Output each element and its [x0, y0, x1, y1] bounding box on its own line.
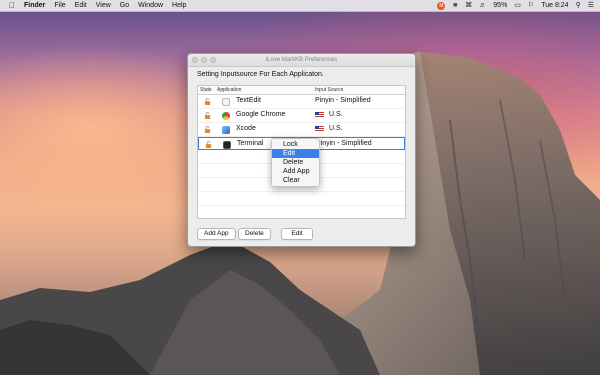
- menu-item-edit[interactable]: Edit: [272, 149, 319, 158]
- menu-window[interactable]: Window: [138, 0, 163, 11]
- menu-item-clear[interactable]: Clear: [272, 176, 319, 185]
- battery-icon[interactable]: ▭: [514, 0, 521, 11]
- input-source-value: U.S.: [329, 111, 343, 118]
- textedit-icon: [222, 98, 230, 106]
- clock[interactable]: Tue 8:24: [541, 0, 568, 11]
- menu-app-name[interactable]: Finder: [24, 0, 45, 11]
- menu-bar:  Finder File Edit View Go Window Help M…: [0, 0, 600, 12]
- menu-item-lock[interactable]: Lock: [272, 140, 319, 149]
- volume-icon[interactable]: ♬: [479, 0, 486, 11]
- edit-button[interactable]: Edit: [281, 228, 313, 240]
- search-icon[interactable]: ⚲: [576, 0, 581, 11]
- app-name: TextEdit: [236, 97, 261, 104]
- app-status-icon[interactable]: M: [437, 2, 446, 10]
- input-source-value: U.S.: [329, 125, 343, 132]
- menu-edit[interactable]: Edit: [75, 0, 87, 11]
- table-header: State Application Input Source: [198, 86, 405, 95]
- lock-icon[interactable]: [204, 112, 211, 119]
- input-source-value: Pinyin - Simplified: [316, 140, 372, 147]
- table-row[interactable]: Xcode U.S.: [198, 123, 405, 137]
- flag-us-icon: [315, 126, 324, 132]
- app-name: Google Chrome: [236, 111, 286, 118]
- menu-file[interactable]: File: [54, 0, 65, 11]
- add-app-button[interactable]: Add App: [197, 228, 236, 240]
- table-row[interactable]: Google Chrome U.S.: [198, 109, 405, 123]
- menu-item-add-app[interactable]: Add App: [272, 167, 319, 176]
- wifi-icon[interactable]: ⌘: [465, 0, 472, 11]
- xcode-icon: [222, 126, 230, 134]
- table-row[interactable]: TextEdit Pinyin - Simplified: [198, 95, 405, 109]
- context-menu: Lock Edit Delete Add App Clear: [271, 138, 320, 187]
- column-header-application[interactable]: Application: [217, 87, 241, 93]
- notification-center-icon[interactable]: ☰: [588, 0, 594, 11]
- window-titlebar[interactable]: iLove MarkKB Preferences: [188, 54, 415, 67]
- column-header-input-source[interactable]: Input Source: [315, 87, 343, 93]
- app-name: Xcode: [236, 125, 256, 132]
- apple-icon[interactable]: : [9, 0, 15, 11]
- menu-view[interactable]: View: [96, 0, 111, 11]
- menu-item-delete[interactable]: Delete: [272, 158, 319, 167]
- menu-go[interactable]: Go: [120, 0, 129, 11]
- settings-heading: Setting Inputsource For Each Applicaton.: [197, 71, 324, 78]
- desktop:  Finder File Edit View Go Window Help M…: [0, 0, 600, 375]
- input-source-value: Pinyin - Simplified: [315, 97, 371, 104]
- empty-row: [198, 192, 405, 206]
- flag-us-icon: [315, 112, 324, 118]
- chrome-icon: [222, 112, 230, 120]
- flag-us-icon[interactable]: ⚐: [528, 0, 534, 11]
- delete-button[interactable]: Delete: [238, 228, 271, 240]
- window-title: iLove MarkKB Preferences: [265, 57, 338, 63]
- column-header-state[interactable]: State: [200, 87, 212, 93]
- lock-icon[interactable]: [204, 126, 211, 133]
- menu-help[interactable]: Help: [172, 0, 186, 11]
- lock-icon[interactable]: [204, 98, 211, 105]
- lock-icon[interactable]: [205, 141, 212, 148]
- app-name: Terminal: [237, 140, 264, 147]
- terminal-icon: [223, 141, 231, 149]
- bluetooth-icon[interactable]: ⋇: [452, 0, 458, 11]
- battery-percent[interactable]: 95%: [493, 0, 507, 11]
